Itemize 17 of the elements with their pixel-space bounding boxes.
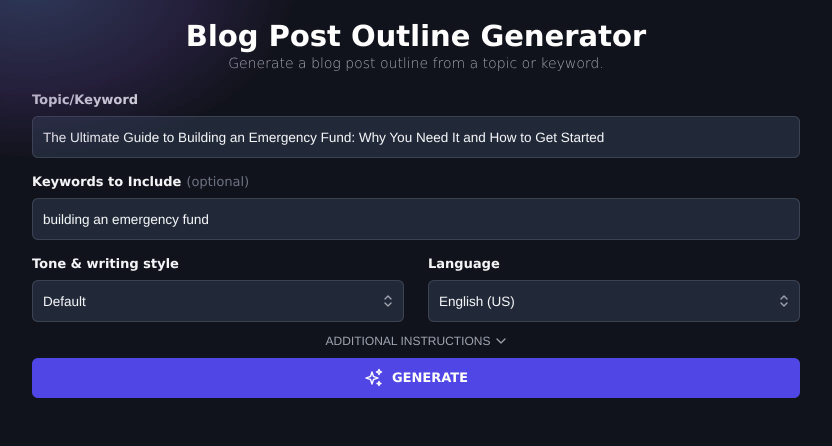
select-dropdown[interactable]: English (US) <box>428 280 800 322</box>
additional-instructions-toggle[interactable]: ADDITIONAL INSTRUCTIONS <box>322 332 510 350</box>
page-subtitle: Generate a blog post outline from a topic or keyword. <box>227 55 605 74</box>
topic-label: Topic/Keyword <box>32 92 140 110</box>
select-dropdown[interactable]: Default <box>32 280 404 322</box>
chevron-up-down-icon <box>383 294 393 308</box>
select-label: Language <box>428 256 501 274</box>
optional-hint: (optional) <box>186 174 250 192</box>
keywords-label: Keywords to Include <box>32 174 182 192</box>
chevron-down-icon <box>496 338 506 344</box>
chevron-up-down-icon <box>779 294 789 308</box>
sparkles-icon <box>364 368 384 388</box>
generate-button[interactable]: GENERATE <box>32 358 800 398</box>
keywords-field[interactable]: building an emergency fund <box>32 198 800 240</box>
page-title: Blog Post Outline Generator <box>184 18 648 54</box>
topic-field[interactable]: The Ultimate Guide to Building an Emergency Fund: Why You Need It and How to Get Started <box>32 116 800 158</box>
select-label: Tone & writing style <box>32 256 180 274</box>
